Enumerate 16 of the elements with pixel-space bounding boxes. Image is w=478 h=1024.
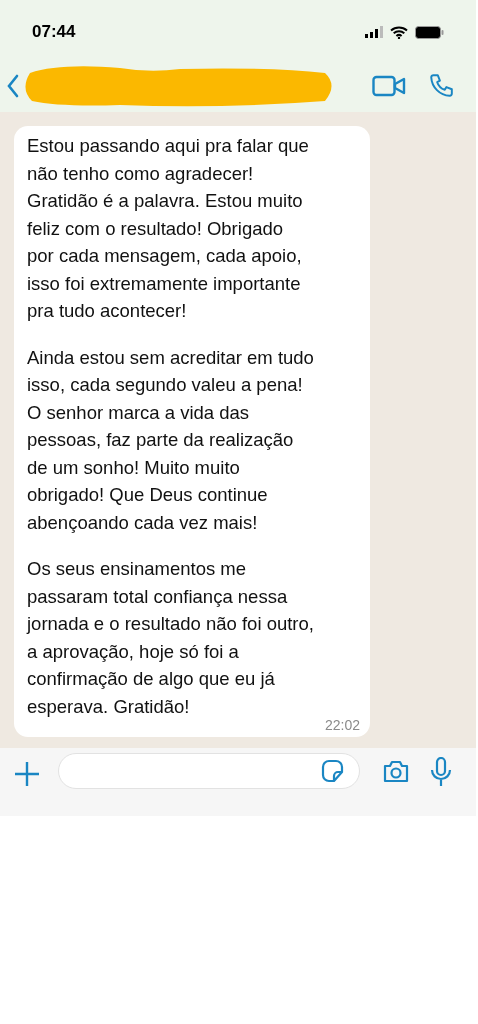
signal-icon <box>365 26 383 38</box>
wifi-icon <box>390 25 408 39</box>
camera-icon[interactable] <box>382 759 410 785</box>
plus-icon[interactable] <box>14 761 40 787</box>
video-call-icon[interactable] <box>372 75 406 97</box>
status-time: 07:44 <box>32 21 76 44</box>
phone-icon[interactable] <box>428 73 454 99</box>
sticker-icon[interactable] <box>321 759 345 783</box>
message-input[interactable] <box>58 753 360 789</box>
microphone-icon[interactable] <box>430 757 452 787</box>
back-icon[interactable] <box>6 73 20 99</box>
message-text: Os seus ensinamentos me passaram total confiança nessa jornada e o resultado não foi outro, a aprovação, hoje só foi a confirmação de algo que eu já esperava. Gratidão! <box>27 557 315 719</box>
message-time: 22:02 <box>324 717 360 733</box>
message-text: Estou passando aqui pra falar que não tenho como agradecer! Gratidão é a palavra. Estou muito feliz com o resultado! Obrigado por cada mensagem, cada apoio, isso foi extremamente importante pra tudo acontecer! <box>27 134 310 323</box>
battery-icon <box>415 25 444 39</box>
message-text: Ainda estou sem acreditar em tudo isso, cada segundo valeu a pena! O senhor marca a vida das pessoas, faz parte da realização de um sonho! Muito muito obrigado! Que Deus continue abençoando cada vez mais! <box>27 345 315 535</box>
